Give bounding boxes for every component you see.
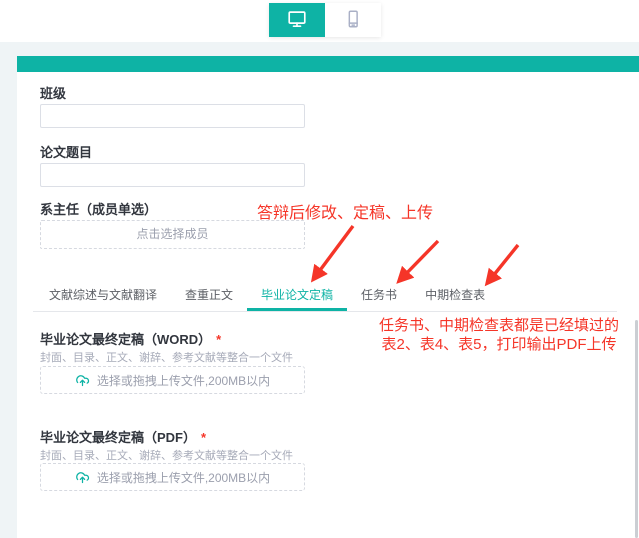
tab-plagiarism-text[interactable]: 查重正文 [171,285,247,311]
document-tabs: 文献综述与文献翻译 查重正文 毕业论文定稿 任务书 中期检查表 [33,285,617,312]
dept-head-field-label: 系主任（成员单选） [40,199,157,218]
annotation-note-revise-upload: 答辩后修改、定稿、上传 [257,199,433,223]
word-upload-dropzone[interactable]: 选择或拖拽上传文件,200MB以内 [40,366,305,394]
tab-task-book[interactable]: 任务书 [347,285,411,311]
device-toggle-group [269,3,381,37]
mobile-preview-button[interactable] [325,3,381,37]
word-dropzone-text: 选择或拖拽上传文件,200MB以内 [97,372,270,389]
thesis-title-input[interactable] [40,163,305,187]
pdf-upload-label-text: 毕业论文最终定稿（PDF） [40,430,196,445]
upload-cloud-icon [75,470,90,485]
class-field-label: 班级 [40,83,66,102]
thesis-title-field-label: 论文题目 [40,142,92,161]
device-preview-bar [0,0,639,43]
desktop-preview-button[interactable] [269,3,325,37]
pdf-upload-hint: 封面、目录、正文、谢辞、参考文献等整合一个文件 [40,447,293,463]
word-upload-label-text: 毕业论文最终定稿（WORD） [40,332,211,347]
pdf-upload-label: 毕业论文最终定稿（PDF） * [40,427,206,446]
pdf-upload-dropzone[interactable]: 选择或拖拽上传文件,200MB以内 [40,463,305,491]
required-asterisk: * [201,430,206,445]
tab-final-thesis[interactable]: 毕业论文定稿 [247,285,347,311]
monitor-icon [286,8,308,33]
phone-icon [342,8,364,33]
tab-literature-review[interactable]: 文献综述与文献翻译 [35,285,171,311]
annotation-note-line2: 表2、表4、表5，打印输出PDF上传 [368,335,630,354]
vertical-scrollbar-thumb[interactable] [635,320,638,538]
class-input[interactable] [40,104,305,128]
upload-cloud-icon [75,373,90,388]
required-asterisk: * [216,332,221,347]
word-upload-label: 毕业论文最终定稿（WORD） * [40,329,221,348]
pdf-dropzone-text: 选择或拖拽上传文件,200MB以内 [97,469,270,486]
annotation-note-line1: 任务书、中期检查表都是已经填过的 [368,316,630,335]
tab-midterm-check[interactable]: 中期检查表 [411,285,499,311]
member-picker[interactable]: 点击选择成员 [40,220,305,249]
form-header-accent-bar [17,56,639,72]
annotation-note-prefilled-forms: 任务书、中期检查表都是已经填过的 表2、表4、表5，打印输出PDF上传 [368,316,630,354]
word-upload-hint: 封面、目录、正文、谢辞、参考文献等整合一个文件 [40,349,293,365]
